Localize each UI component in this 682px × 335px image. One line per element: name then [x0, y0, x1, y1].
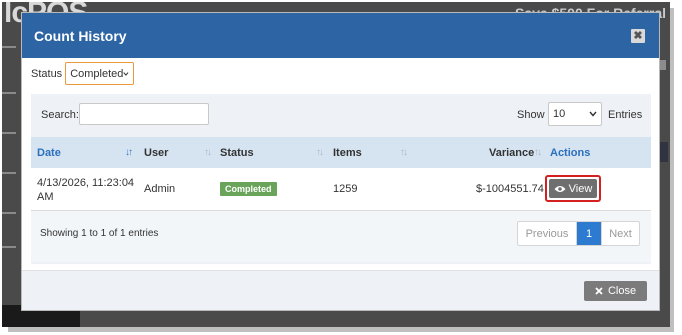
- table-header: Date ↓↑ User ↑↓ Status ↑↓ Items ↑↓ Varia…: [31, 137, 651, 168]
- column-header-user[interactable]: User: [144, 147, 168, 159]
- sort-desc-icon[interactable]: ↓↑: [125, 147, 133, 158]
- close-icon[interactable]: ✖: [631, 28, 645, 43]
- show-label: Show: [517, 109, 545, 121]
- background-sidebar-line: [2, 172, 16, 174]
- close-button[interactable]: Close: [584, 281, 647, 301]
- column-header-status[interactable]: Status: [220, 147, 254, 159]
- row-variance: $-1004551.74: [476, 183, 544, 195]
- previous-page-button[interactable]: Previous: [518, 222, 577, 245]
- status-select-value: Completed: [70, 67, 124, 80]
- next-page-button[interactable]: Next: [601, 222, 639, 245]
- status-badge: Completed: [220, 182, 277, 196]
- table-row: 4/13/2026, 11:23:04 AM Admin Completed 1…: [31, 168, 651, 211]
- table-footer: Showing 1 to 1 of 1 entries Previous 1 N…: [31, 211, 651, 262]
- row-date-line1: 4/13/2026, 11:23:04: [37, 177, 135, 189]
- page-size-value: 10: [553, 108, 566, 120]
- entries-label: Entries: [608, 109, 643, 121]
- background-sidebar-line: [2, 132, 16, 134]
- row-date-line2: AM: [37, 191, 54, 203]
- search-label: Search:: [41, 109, 79, 121]
- sort-icon[interactable]: ↑↓: [400, 147, 408, 158]
- background-sidebar-line: [2, 212, 16, 214]
- page-size-select[interactable]: 10: [548, 102, 602, 126]
- row-date: 4/13/2026, 11:23:04 AM: [37, 176, 134, 204]
- modal-title: Count History: [34, 27, 127, 44]
- pagination: Previous 1 Next: [517, 221, 640, 246]
- background-sidebar-line: [2, 92, 16, 94]
- page-1-button[interactable]: 1: [577, 222, 601, 245]
- status-filter: Status Completed: [31, 62, 135, 85]
- background-sidebar-line: [2, 46, 16, 48]
- status-select[interactable]: Completed: [65, 62, 135, 85]
- view-button-label: View: [568, 182, 593, 195]
- sort-icon[interactable]: ↑↓: [534, 147, 542, 158]
- sort-icon[interactable]: ↑↓: [316, 147, 324, 158]
- sort-icon[interactable]: ↑↓: [204, 147, 212, 158]
- search-input[interactable]: [79, 103, 209, 125]
- column-header-items[interactable]: Items: [333, 147, 362, 159]
- table-panel: Search: Show 10 Entries Date ↓↑ User ↑↓ …: [31, 94, 651, 264]
- close-icon: [595, 287, 603, 295]
- row-user: Admin: [144, 183, 176, 195]
- count-history-modal: Count History ✖ Status Completed Search:…: [21, 12, 660, 311]
- count-history-table: Date ↓↑ User ↑↓ Status ↑↓ Items ↑↓ Varia…: [31, 137, 651, 262]
- column-header-variance[interactable]: Variance: [489, 147, 534, 159]
- pagination-info: Showing 1 to 1 of 1 entries: [40, 228, 159, 239]
- close-button-label: Close: [607, 285, 637, 297]
- chevron-down-icon: [123, 71, 129, 76]
- column-header-actions: Actions: [550, 147, 591, 159]
- modal-header: Count History ✖: [22, 13, 659, 58]
- modal-footer: Close: [22, 270, 659, 310]
- status-label: Status: [31, 67, 63, 80]
- column-header-date[interactable]: Date: [37, 147, 61, 159]
- background-sidebar-line: [2, 246, 16, 248]
- view-button[interactable]: View: [549, 179, 597, 198]
- row-items: 1259: [333, 183, 358, 195]
- chevron-down-icon: [589, 111, 597, 117]
- eye-icon: [554, 185, 566, 192]
